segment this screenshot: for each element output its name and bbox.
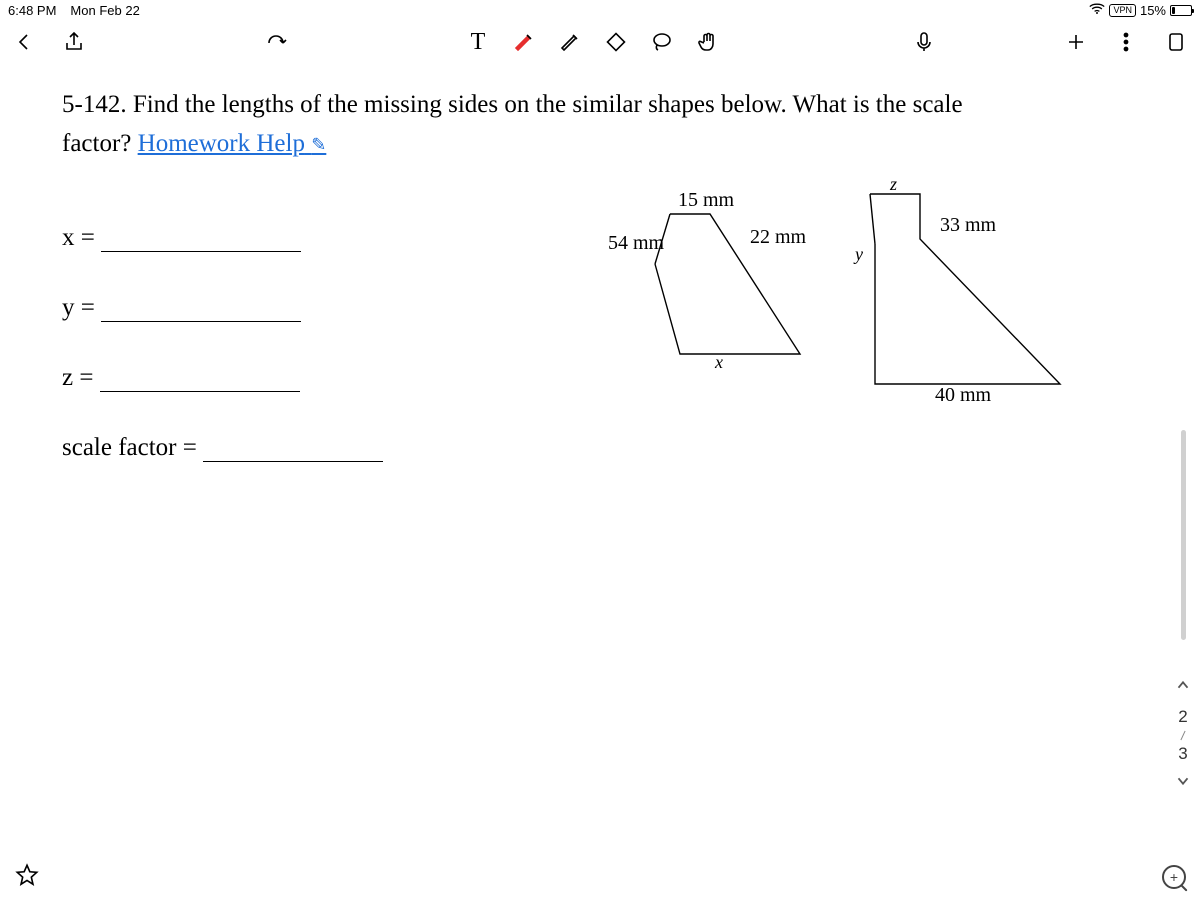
vpn-badge: VPN [1109,4,1136,17]
large-top-var: z [890,174,897,195]
sf-blank[interactable] [203,434,383,462]
hand-tool-icon[interactable] [694,28,722,56]
problem-number: 5-142. [62,91,127,118]
drawing-tools: T [464,28,722,56]
battery-percent: 15% [1140,3,1166,18]
shapes-svg [560,184,1120,414]
pages-icon[interactable] [1162,28,1190,56]
y-blank[interactable] [101,294,301,322]
marker-red-icon[interactable] [510,28,538,56]
small-right-label: 22 mm [750,226,806,249]
add-button[interactable] [1062,28,1090,56]
problem-line-1: Find the lengths of the missing sides on… [133,91,963,118]
undo-button[interactable] [262,28,290,56]
similar-shapes-figure: 15 mm 54 mm 22 mm x z 33 mm y 40 mm [560,184,1120,444]
status-bar: 6:48 PM Mon Feb 22 VPN 15% [0,0,1200,20]
lasso-icon[interactable] [648,28,676,56]
page-content: 5-142. Find the lengths of the missing s… [0,64,1200,462]
status-date: Mon Feb 22 [70,3,139,18]
page-current: 2 [1178,707,1187,727]
z-label: z = [62,364,100,392]
app-toolbar: T [0,20,1200,64]
more-icon[interactable] [1112,28,1140,56]
page-rail: 2 3 [1166,430,1200,795]
small-top-label: 15 mm [678,189,734,212]
sf-label: scale factor = [62,434,203,462]
z-blank[interactable] [100,364,300,392]
eraser-icon[interactable] [602,28,630,56]
large-right-label: 33 mm [940,214,996,237]
homework-help-link[interactable]: Homework Help ✎ [138,130,327,157]
bottom-bar: + [0,854,1200,900]
small-left-label: 54 mm [608,232,664,255]
zoom-in-icon: + [1162,865,1186,889]
page-total: 3 [1178,744,1187,764]
zoom-in-button[interactable]: + [1162,865,1186,889]
microphone-icon[interactable] [910,28,938,56]
favorite-star-icon[interactable] [14,862,40,893]
text-tool[interactable]: T [464,28,492,56]
problem-statement: 5-142. Find the lengths of the missing s… [62,86,1138,164]
small-bottom-var: x [715,352,723,373]
status-time: 6:48 PM [8,3,56,18]
share-button[interactable] [60,28,88,56]
back-button[interactable] [10,28,38,56]
scroll-track[interactable] [1181,430,1186,640]
y-label: y = [62,294,101,322]
x-blank[interactable] [101,224,301,252]
x-label: x = [62,224,101,252]
problem-line-2: factor? [62,130,131,157]
book-icon: ✎ [311,134,326,154]
battery-icon [1170,5,1192,16]
page-down-icon[interactable] [1174,772,1192,795]
page-divider [1180,731,1185,740]
highlighter-icon[interactable] [556,28,584,56]
wifi-icon [1089,3,1105,18]
large-left-var: y [855,244,863,265]
page-up-icon[interactable] [1174,676,1192,699]
large-bottom-label: 40 mm [935,384,991,407]
